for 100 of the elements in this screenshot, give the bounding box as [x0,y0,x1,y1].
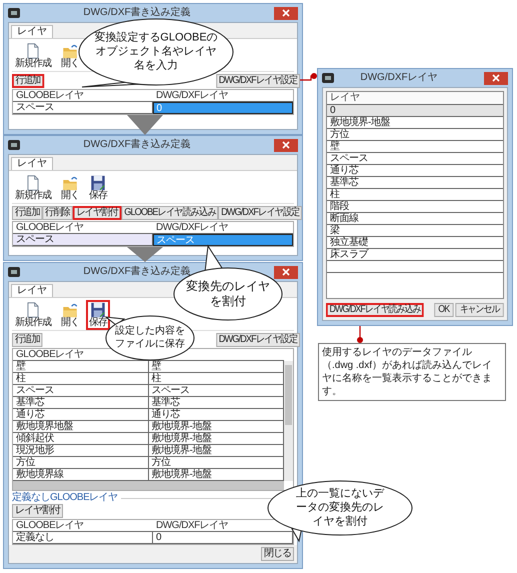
folder-icon [62,302,78,318]
list-item[interactable]: スペース [327,152,503,164]
table-cell[interactable]: 基準芯 [148,397,284,409]
button[interactable]: 行追加 [12,74,44,88]
table-cell[interactable]: 通り芯 [13,409,148,421]
table-cell[interactable]: スペース [13,385,148,397]
table-cell[interactable]: 敷地境界-地盤 [148,445,284,457]
button[interactable]: DWG/DXFレイヤ設定 [216,333,300,347]
button[interactable]: 行追加 [12,333,42,347]
section-label: 定義なしGLOOBEレイヤ [12,492,118,504]
table-cell[interactable]: スペース [13,102,152,114]
leader-line [300,73,317,81]
app-icon [8,7,20,19]
list-item[interactable]: 階段 [327,200,503,212]
table-cell[interactable]: 現況地形 [13,445,148,457]
toolbar-button[interactable]: 保存 [86,300,110,330]
table-cell[interactable]: 敷地境界-地盤 [148,433,284,445]
window-title: DWG/DXF書き込み定義 [82,7,192,19]
close-button[interactable] [484,72,508,84]
window-title: DWG/DXFレイヤ [359,72,439,84]
document-icon [25,302,41,318]
down-arrow-icon [127,247,163,262]
button[interactable]: DWG/DXFレイヤ読み込み [326,303,424,317]
toolbar-button[interactable]: 新規作成 [12,41,54,71]
table-cell[interactable]: スペース [148,385,284,397]
list-item[interactable]: 0 [327,104,503,116]
tab[interactable]: レイヤ [11,284,53,297]
close-button[interactable] [274,266,298,278]
toolbar-button[interactable]: 新規作成 [12,173,54,203]
column-header: DWG/DXFレイヤ [156,222,228,233]
document-icon [25,43,41,59]
close-button[interactable]: 閉じる [261,547,294,561]
table-cell[interactable]: 敷地境界-地盤 [148,469,284,481]
close-button[interactable] [274,6,298,20]
toolbar-button[interactable]: 新規作成 [12,300,54,330]
table-cell[interactable]: 壁 [13,361,148,373]
horizontal-scrollbar[interactable] [13,481,284,490]
close-icon [282,9,290,17]
list-item[interactable]: 通り芯 [327,164,503,176]
app-icon [8,266,20,278]
button[interactable]: DWG/DXFレイヤ設定 [216,74,300,88]
column-header: DWG/DXFレイヤ [156,520,228,531]
list-item[interactable]: 敷地境界-地盤 [327,116,503,128]
table-cell[interactable]: 敷地境界線 [13,469,148,481]
button[interactable]: OK [434,303,454,317]
button[interactable]: DWG/DXFレイヤ設定 [218,206,302,220]
window-title: DWG/DXF書き込み定義 [82,266,192,278]
button[interactable]: レイヤ割付 [12,504,63,518]
tab[interactable]: レイヤ [11,157,53,170]
down-arrow-icon [127,115,163,135]
table-cell[interactable]: 壁 [148,361,284,373]
list-item[interactable]: 柱 [327,188,503,200]
column-header: GLOOBEレイヤ [16,520,84,531]
table-cell[interactable]: 定義なし [13,532,153,544]
column-header: GLOOBEレイヤ [16,222,84,233]
column-header: レイヤ [327,92,503,104]
table-cell[interactable]: 柱 [13,373,148,385]
callout-text: 設定した内容をファイルに保存 [114,326,186,350]
app-icon [8,139,20,151]
document-icon [25,175,41,191]
button[interactable]: 行追加 [12,206,42,220]
column-header: GLOOBEレイヤ [16,90,84,101]
button[interactable]: GLOOBEレイヤ読み込み [121,206,218,220]
table-cell[interactable]: 敷地境界地盤 [13,421,148,433]
list-item[interactable]: 床スラブ [327,248,503,260]
button[interactable]: キャンセル [455,303,504,317]
table-cell[interactable]: 傾斜起伏 [13,433,148,445]
table-cell[interactable]: 敷地境界-地盤 [148,421,284,433]
leader-line [357,326,363,343]
window-title: DWG/DXF書き込み定義 [82,139,192,151]
app-icon [322,72,334,84]
toolbar-button[interactable]: 開く [58,300,82,330]
list-item[interactable]: 方位 [327,128,503,140]
table-cell[interactable]: 方位 [13,457,148,469]
callout-text: 上の一覧にないデータの変換先のレイヤを割付 [295,487,385,529]
close-icon [282,268,290,276]
table-cell[interactable]: 基準芯 [13,397,148,409]
note-text: 使用するレイヤのデータファイル（.dwg .dxf）があれば読み込んでレイヤに名称を一覧表示することができます。 [318,343,506,401]
column-header: GLOOBEレイヤ [16,349,84,360]
button[interactable]: レイヤ割付 [72,206,122,220]
folder-icon [62,43,78,59]
callout-text: 変換先のレイヤを割付 [185,279,271,309]
close-button[interactable] [274,138,298,152]
vertical-scrollbar[interactable] [284,361,293,481]
list-item[interactable]: 断面線 [327,212,503,224]
list-item[interactable]: 基準芯 [327,176,503,188]
toolbar-button[interactable]: 開く [58,173,82,203]
folder-icon [62,175,78,191]
list-item[interactable]: 梁 [327,224,503,236]
column-header: DWG/DXFレイヤ [156,90,228,101]
table-cell[interactable]: 柱 [148,373,284,385]
list-item[interactable]: 独立基礎 [327,236,503,248]
table-cell[interactable]: 方位 [148,457,284,469]
button[interactable]: 行削除 [42,206,73,220]
table-cell[interactable]: スペース [13,234,152,246]
close-icon [282,141,290,149]
toolbar-button[interactable]: 保存 [86,173,110,203]
list-item[interactable]: 壁 [327,140,503,152]
tab[interactable]: レイヤ [11,25,53,38]
table-cell[interactable]: 通り芯 [148,409,284,421]
